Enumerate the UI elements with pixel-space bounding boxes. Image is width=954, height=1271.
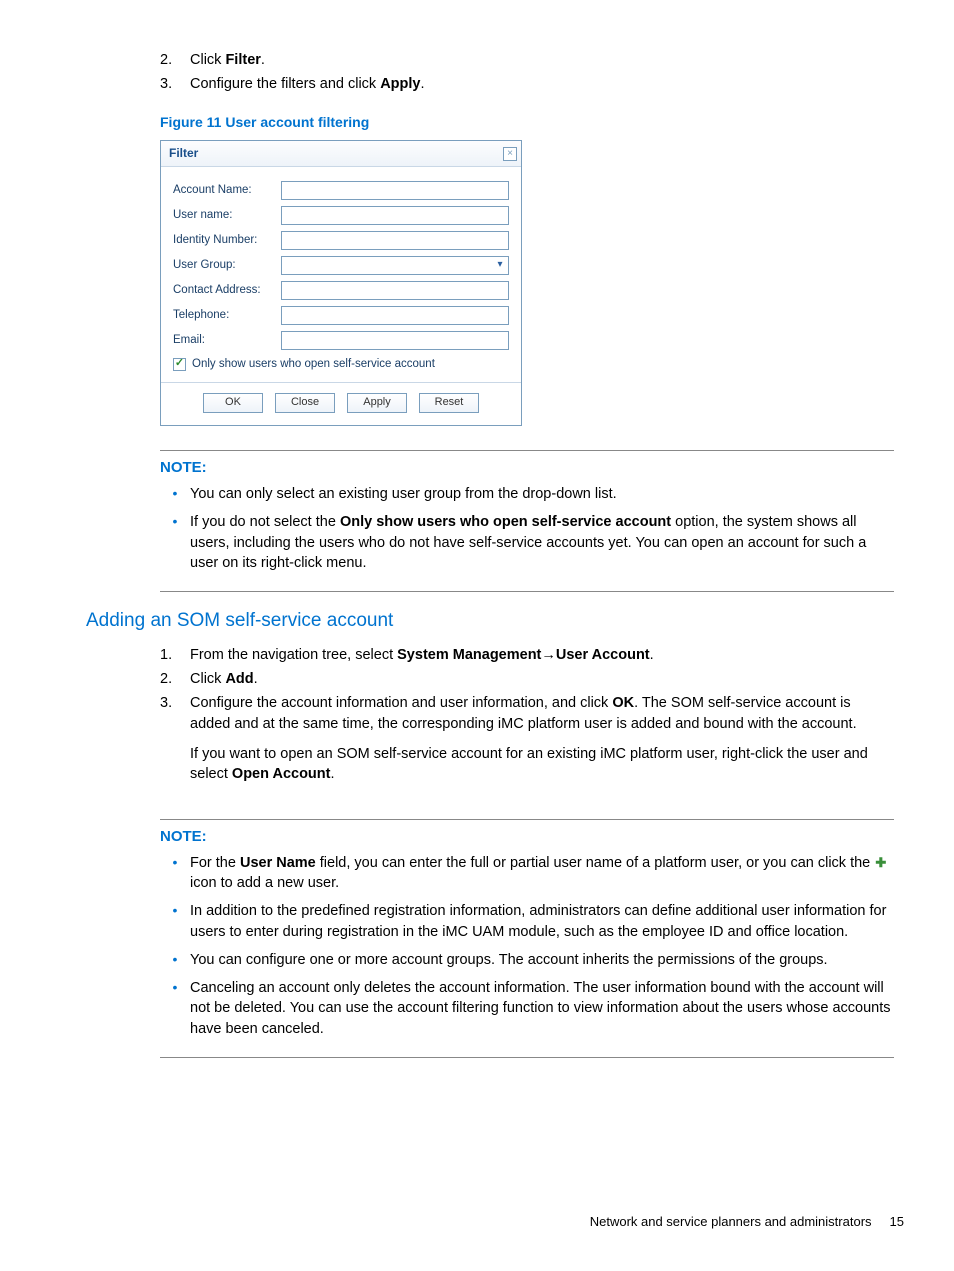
checkbox-self-service[interactable]: ✓ bbox=[173, 358, 186, 371]
note-box-1: NOTE: • You can only select an existing … bbox=[160, 450, 894, 592]
step-2: 2. Click Filter. bbox=[160, 50, 894, 70]
bullet-text: For the User Name field, you can enter t… bbox=[190, 853, 894, 894]
close-icon[interactable]: × bbox=[503, 147, 517, 161]
input-telephone[interactable] bbox=[281, 306, 509, 325]
input-email[interactable] bbox=[281, 331, 509, 350]
label-telephone: Telephone: bbox=[173, 307, 281, 323]
label-account-name: Account Name: bbox=[173, 182, 281, 198]
checkbox-row: ✓ Only show users who open self-service … bbox=[173, 356, 509, 372]
bullet-text: Canceling an account only deletes the ac… bbox=[190, 978, 894, 1039]
row-account-name: Account Name: bbox=[173, 181, 509, 200]
input-identity-number[interactable] bbox=[281, 231, 509, 250]
bullet-icon: • bbox=[160, 853, 190, 894]
dialog-buttons: OK Close Apply Reset bbox=[161, 382, 521, 425]
note2-bullets: • For the User Name field, you can enter… bbox=[160, 853, 894, 1039]
row-user-group: User Group: ▾ bbox=[173, 256, 509, 275]
step-number: 2. bbox=[160, 50, 190, 70]
step-1: 1. From the navigation tree, select Syst… bbox=[160, 645, 894, 665]
page-number: 15 bbox=[890, 1213, 904, 1231]
figure-caption: Figure 11 User account filtering bbox=[160, 113, 894, 133]
step-number: 2. bbox=[160, 669, 190, 689]
bullet-text: You can configure one or more account gr… bbox=[190, 950, 894, 970]
page-content: 2. Click Filter. 3. Configure the filter… bbox=[160, 50, 894, 1058]
step-text: Configure the filters and click Apply. bbox=[190, 74, 894, 94]
bullet-icon: • bbox=[160, 484, 190, 504]
step-text: Click Add. bbox=[190, 669, 894, 689]
step-number: 1. bbox=[160, 645, 190, 665]
step-number: 3. bbox=[160, 693, 190, 794]
filter-dialog: Filter × Account Name: User name: Identi… bbox=[160, 140, 522, 426]
bullet-icon: • bbox=[160, 512, 190, 573]
input-account-name[interactable] bbox=[281, 181, 509, 200]
reset-button[interactable]: Reset bbox=[419, 393, 479, 413]
dialog-body: Account Name: User name: Identity Number… bbox=[161, 167, 521, 382]
step-text: Configure the account information and us… bbox=[190, 693, 894, 794]
list-item: • You can configure one or more account … bbox=[160, 950, 894, 970]
input-user-name[interactable] bbox=[281, 206, 509, 225]
label-email: Email: bbox=[173, 332, 281, 348]
step-text: Click Filter. bbox=[190, 50, 894, 70]
list-item: • Canceling an account only deletes the … bbox=[160, 978, 894, 1039]
row-contact-address: Contact Address: bbox=[173, 281, 509, 300]
note1-bullets: • You can only select an existing user g… bbox=[160, 484, 894, 573]
bullet-text: In addition to the predefined registrati… bbox=[190, 901, 894, 942]
page-footer: Network and service planners and adminis… bbox=[590, 1213, 904, 1231]
step-3: 3. Configure the filters and click Apply… bbox=[160, 74, 894, 94]
list-item: • In addition to the predefined registra… bbox=[160, 901, 894, 942]
bullet-icon: • bbox=[160, 950, 190, 970]
chevron-down-icon[interactable]: ▾ bbox=[492, 257, 508, 274]
note-label: NOTE: bbox=[160, 457, 894, 478]
step-text: From the navigation tree, select System … bbox=[190, 645, 894, 665]
bullet-text: You can only select an existing user gro… bbox=[190, 484, 894, 504]
label-user-name: User name: bbox=[173, 207, 281, 223]
checkbox-label: Only show users who open self-service ac… bbox=[192, 356, 435, 372]
steps-list-top: 2. Click Filter. 3. Configure the filter… bbox=[160, 50, 894, 95]
dialog-header: Filter × bbox=[161, 141, 521, 167]
plus-icon: ✚ bbox=[874, 856, 887, 869]
list-item: • If you do not select the Only show use… bbox=[160, 512, 894, 573]
row-identity-number: Identity Number: bbox=[173, 231, 509, 250]
ok-button[interactable]: OK bbox=[203, 393, 263, 413]
list-item: • You can only select an existing user g… bbox=[160, 484, 894, 504]
bullet-icon: • bbox=[160, 978, 190, 1039]
row-user-name: User name: bbox=[173, 206, 509, 225]
footer-text: Network and service planners and adminis… bbox=[590, 1213, 872, 1231]
select-user-group[interactable]: ▾ bbox=[281, 256, 509, 275]
dialog-title: Filter bbox=[169, 145, 198, 162]
label-user-group: User Group: bbox=[173, 257, 281, 273]
list-item: • For the User Name field, you can enter… bbox=[160, 853, 894, 894]
row-telephone: Telephone: bbox=[173, 306, 509, 325]
note-box-2: NOTE: • For the User Name field, you can… bbox=[160, 819, 894, 1058]
input-contact-address[interactable] bbox=[281, 281, 509, 300]
bullet-text: If you do not select the Only show users… bbox=[190, 512, 894, 573]
apply-button[interactable]: Apply bbox=[347, 393, 407, 413]
close-button[interactable]: Close bbox=[275, 393, 335, 413]
row-email: Email: bbox=[173, 331, 509, 350]
steps-list-add: 1. From the navigation tree, select Syst… bbox=[160, 645, 894, 795]
section-heading: Adding an SOM self-service account bbox=[86, 608, 894, 635]
step-number: 3. bbox=[160, 74, 190, 94]
bullet-icon: • bbox=[160, 901, 190, 942]
step-3: 3. Configure the account information and… bbox=[160, 693, 894, 794]
step-2: 2. Click Add. bbox=[160, 669, 894, 689]
label-identity-number: Identity Number: bbox=[173, 232, 281, 248]
label-contact-address: Contact Address: bbox=[173, 282, 281, 298]
note-label: NOTE: bbox=[160, 826, 894, 847]
